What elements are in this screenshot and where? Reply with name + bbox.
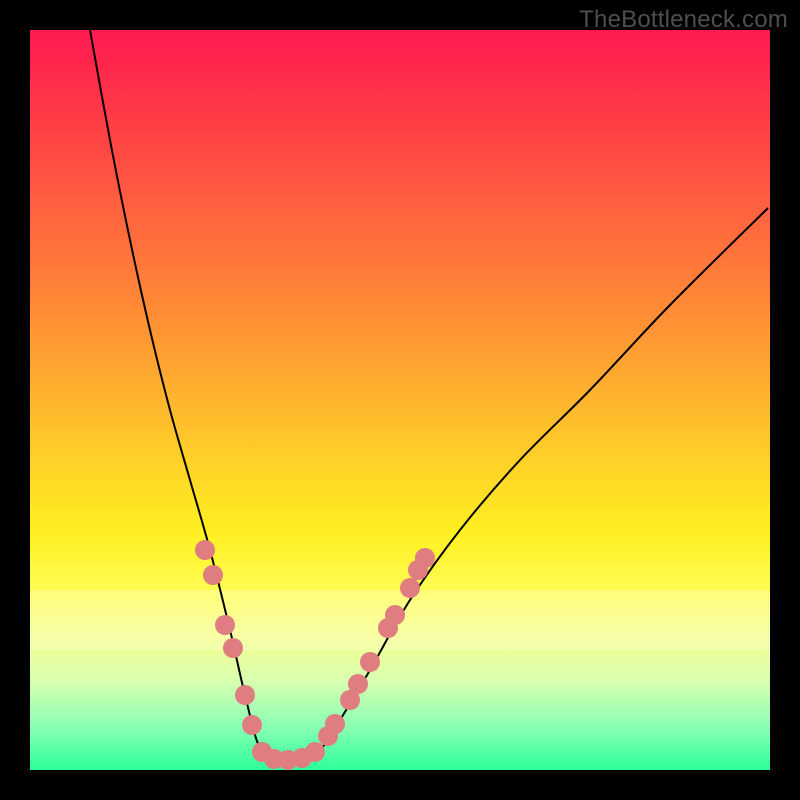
- marker-group: [195, 540, 435, 770]
- marker-dot: [305, 742, 325, 762]
- marker-dot: [203, 565, 223, 585]
- marker-dot: [360, 652, 380, 672]
- marker-dot: [415, 548, 435, 568]
- marker-dot: [252, 742, 272, 762]
- marker-dot: [235, 685, 255, 705]
- marker-dot: [264, 749, 284, 769]
- marker-dot: [242, 715, 262, 735]
- marker-dot: [348, 674, 368, 694]
- chart-svg: [30, 30, 770, 770]
- marker-dot: [195, 540, 215, 560]
- marker-dot: [408, 560, 428, 580]
- marker-dot: [278, 750, 298, 770]
- bottleneck-curve: [90, 30, 768, 761]
- highlight-band: [30, 590, 770, 650]
- marker-dot: [385, 605, 405, 625]
- watermark-text: TheBottleneck.com: [579, 6, 788, 34]
- plot-area: [30, 30, 770, 770]
- marker-dot: [223, 638, 243, 658]
- marker-dot: [318, 726, 338, 746]
- marker-dot: [400, 578, 420, 598]
- marker-dot: [215, 615, 235, 635]
- marker-dot: [325, 714, 345, 734]
- marker-dot: [378, 618, 398, 638]
- marker-dot: [292, 748, 312, 768]
- marker-dot: [340, 690, 360, 710]
